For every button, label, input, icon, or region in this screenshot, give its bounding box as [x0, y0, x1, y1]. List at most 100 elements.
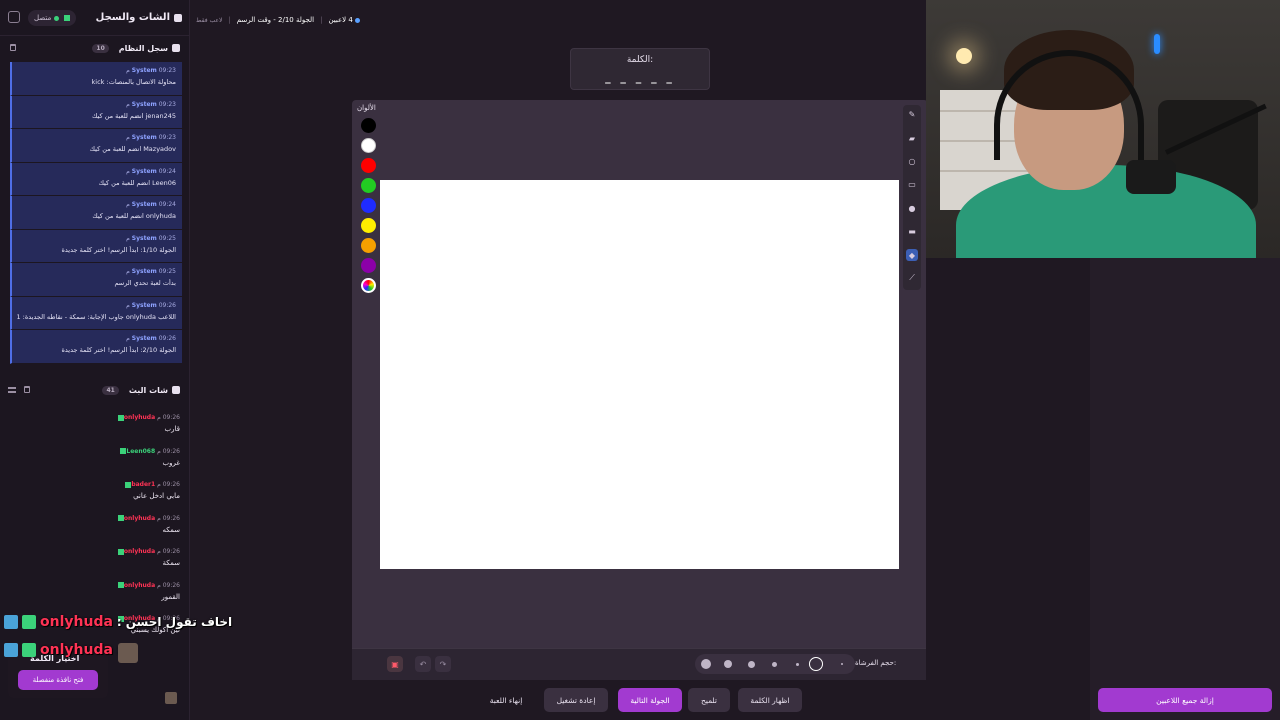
clear-log-icon[interactable] [10, 44, 16, 51]
log-text: الجولة 1/10: ابدأ الرسم! اختر كلمة جديدة [61, 245, 176, 254]
color-swatch[interactable] [361, 118, 376, 133]
log-sender: System [131, 67, 157, 74]
brush-size-option[interactable] [724, 660, 732, 668]
chat-username[interactable]: Leen068 [126, 448, 155, 455]
log-meta: System 09:26 م [16, 302, 176, 309]
color-swatch[interactable] [361, 178, 376, 193]
line-tool-icon[interactable]: ⟋ [906, 272, 918, 284]
pencil-icon[interactable]: ✎ [906, 108, 918, 120]
chat-time: 09:26 م [157, 548, 180, 555]
overlay-separator: : [116, 615, 122, 629]
log-meta: System 09:23 م [16, 67, 176, 74]
connection-status-badge: متصل [28, 10, 77, 26]
color-swatch[interactable] [361, 198, 376, 213]
status-note: لاعب فقط [196, 16, 223, 24]
blue-light [1154, 34, 1160, 54]
divider: | [228, 16, 231, 24]
log-text: الجولة 2/10: ابدأ الرسم! اختر كلمة جديدة [61, 346, 176, 354]
color-swatch[interactable] [361, 258, 376, 273]
overlay-message-text: اخاف تقول احسن [125, 615, 233, 629]
players-panel [1090, 258, 1280, 720]
chat-message: 09:26 م Leen068 غروب [0, 442, 190, 476]
color-swatch[interactable] [361, 158, 376, 173]
brush-size-option[interactable] [841, 663, 843, 665]
status-dot [54, 15, 60, 21]
status-text: متصل [34, 14, 52, 22]
chat-message: 09:26 م onlyhuda قارب [0, 408, 190, 442]
chat-username[interactable]: onlyhuda [124, 515, 155, 522]
show-word-button[interactable]: اظهار الكلمة [738, 688, 802, 712]
color-swatch[interactable] [361, 138, 376, 153]
chat-message: 09:26 م onlyhuda سمكة [0, 542, 190, 576]
fill-bucket-icon[interactable]: ◆ [906, 249, 918, 261]
chat-username[interactable]: onlyhuda [124, 414, 155, 421]
word-mask: _ _ _ _ _ [605, 71, 675, 84]
log-meta: System 09:23 م [16, 101, 176, 108]
chat-meta: 09:26 م onlyhuda [10, 414, 180, 421]
collapse-sidebar-icon[interactable] [8, 11, 20, 23]
color-swatch[interactable] [361, 238, 376, 253]
end-game-button[interactable]: إنهاء اللعبة [478, 688, 534, 712]
log-item: System 09:26 م الجولة 2/10: ابدأ الرسم! ا… [10, 330, 182, 364]
log-item: System 09:25 م الجولة 1/10: ابدأ الرسم! ا… [10, 229, 182, 263]
brush-size-option[interactable] [701, 659, 711, 669]
sidebar: الشات والسجل متصل سجل النظام 10 System 0… [0, 0, 190, 720]
brush-size-option[interactable] [809, 657, 823, 671]
custom-color-picker[interactable] [361, 278, 376, 293]
chat-time: 09:26 م [157, 481, 180, 488]
chat-time: 09:26 م [157, 414, 180, 421]
log-text: بدأت لعبة تحدي الرسم [114, 279, 176, 287]
players-count-text: 4 لاعبين [328, 16, 353, 24]
brush-size-option[interactable] [795, 662, 799, 666]
system-log-header[interactable]: سجل النظام 10 [0, 38, 190, 58]
color-swatch[interactable] [361, 218, 376, 233]
players-dot [354, 17, 360, 23]
sidebar-title-text: الشات والسجل [95, 12, 170, 23]
chat-username[interactable]: onlyhuda [124, 548, 155, 555]
log-meta: System 09:25 م [16, 235, 176, 242]
log-sender: System [131, 234, 157, 242]
chat-title: شات البث 41 [102, 385, 180, 395]
log-meta: System 09:24 م [16, 201, 176, 208]
remove-all-players-button[interactable]: إزالة جميع اللاعبين [1098, 688, 1272, 712]
redo-button[interactable]: ↷ [435, 656, 451, 672]
log-item: System 09:24 م Leen06 انضم للعبة من كيك [10, 162, 182, 196]
system-log-list: System 09:23 م محاولة الاتصال بالمنصات: k… [10, 62, 182, 368]
brush-size-option[interactable] [747, 660, 755, 668]
clear-chat-icon[interactable] [24, 386, 30, 393]
circle-tool-icon[interactable]: ○ [906, 155, 918, 167]
platform-icon [4, 643, 18, 657]
filled-circle-icon[interactable]: ● [906, 202, 918, 214]
restart-button[interactable]: إعادة تشغيل [544, 688, 608, 712]
chat-icon [172, 386, 180, 394]
chat-time: 09:26 م [157, 514, 180, 522]
eraser-icon[interactable]: ▰ [906, 132, 918, 144]
game-status-bar: 4 لاعبين | الجولة 2/10 - وقت الرسم | لاع… [196, 12, 360, 28]
log-item: System 09:23 م Mazyadov انضم للعبة من كيك [10, 129, 182, 163]
chat-username[interactable]: bader1 [131, 481, 155, 488]
system-log-title: سجل النظام 10 [92, 43, 180, 53]
rectangle-tool-icon[interactable]: ▭ [906, 178, 918, 190]
word-label: الكلمة: [626, 55, 654, 65]
log-item: System 09:23 م jenan245 انضم للعبة من كيك [10, 95, 182, 129]
filter-icon[interactable] [8, 387, 16, 393]
avatar [118, 643, 138, 663]
filled-rect-icon[interactable]: ▬ [906, 225, 918, 237]
log-text: Leen06 انضم للعبة من كيك [98, 178, 176, 187]
brush-size-label: حجم الفرشاة: [855, 659, 897, 667]
hint-button[interactable]: تلميح [688, 688, 730, 712]
clear-canvas-button[interactable]: ▣ [387, 656, 403, 672]
pick-word-title: اختيار الكلمة [30, 654, 80, 663]
chat-count: 41 [102, 385, 119, 395]
players-count: 4 لاعبين [328, 16, 360, 24]
next-round-button[interactable]: الجولة التالية [618, 688, 682, 712]
chat-username[interactable]: onlyhuda [124, 582, 155, 589]
log-item: System 09:24 م onlyhuda انضم للعبة من كيك [10, 196, 182, 230]
chat-text: غروب [162, 458, 181, 467]
chat-meta: 09:26 م Leen068 [10, 448, 180, 455]
brush-size-option[interactable] [771, 661, 777, 667]
open-window-button[interactable]: فتح نافذة منفصلة [18, 670, 98, 690]
drawing-canvas[interactable] [380, 180, 899, 569]
undo-button[interactable]: ↶ [415, 656, 431, 672]
lamp [956, 48, 972, 64]
